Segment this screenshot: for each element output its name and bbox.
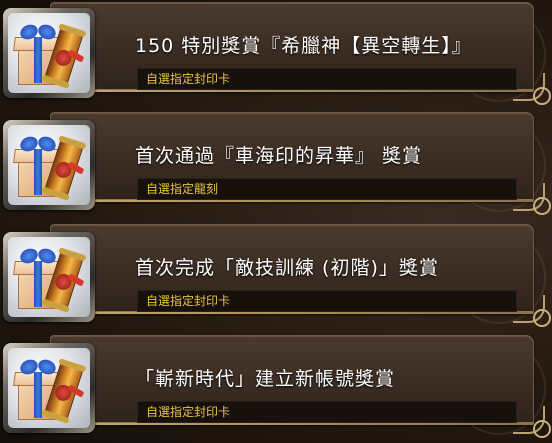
ornament-curl xyxy=(533,197,551,215)
reward-subtitle: 自選指定封印卡 xyxy=(146,294,231,308)
reward-row[interactable]: 150 特別獎賞『希臘神【異空轉生】』 自選指定封印卡 xyxy=(0,0,552,106)
reward-subtitle-bar: 自選指定封印卡 xyxy=(137,401,517,423)
reward-icon-frame[interactable] xyxy=(3,232,95,322)
reward-icon-frame[interactable] xyxy=(3,343,95,433)
gold-trim xyxy=(90,90,530,92)
reward-row[interactable]: 「嶄新時代」建立新帳號獎賞 自選指定封印卡 xyxy=(0,333,552,439)
reward-subtitle-bar: 自選指定龍刻 xyxy=(137,178,517,200)
reward-icon-frame[interactable] xyxy=(3,120,95,210)
gift-box-scroll-icon xyxy=(8,125,90,205)
reward-row[interactable]: 首次通過『車海印的昇華』 獎賞 自選指定龍刻 xyxy=(0,110,552,216)
gold-trim xyxy=(90,423,530,425)
reward-subtitle: 自選指定龍刻 xyxy=(146,182,219,196)
reward-subtitle-bar: 自選指定封印卡 xyxy=(137,68,517,90)
gold-trim xyxy=(90,312,530,314)
reward-title: 首次完成「敵技訓練 (初階)」獎賞 xyxy=(135,257,439,279)
ornament-curl xyxy=(533,87,551,105)
reward-subtitle: 自選指定封印卡 xyxy=(146,405,231,419)
reward-icon-frame[interactable] xyxy=(3,8,95,98)
reward-subtitle-bar: 自選指定封印卡 xyxy=(137,290,517,312)
gift-box-scroll-icon xyxy=(8,13,90,93)
reward-title: 首次通過『車海印的昇華』 獎賞 xyxy=(135,145,423,167)
reward-subtitle: 自選指定封印卡 xyxy=(146,72,231,86)
gift-box-scroll-icon xyxy=(8,237,90,317)
ornament-curl xyxy=(533,420,551,438)
gift-box-scroll-icon xyxy=(8,348,90,428)
ornament-curl xyxy=(533,309,551,327)
reward-list: 150 特別獎賞『希臘神【異空轉生】』 自選指定封印卡 首次通過『車海印的昇華』… xyxy=(0,0,552,443)
gold-trim xyxy=(90,200,530,202)
reward-title: 150 特別獎賞『希臘神【異空轉生】』 xyxy=(135,35,472,57)
reward-title: 「嶄新時代」建立新帳號獎賞 xyxy=(135,368,396,390)
reward-row[interactable]: 首次完成「敵技訓練 (初階)」獎賞 自選指定封印卡 xyxy=(0,222,552,328)
